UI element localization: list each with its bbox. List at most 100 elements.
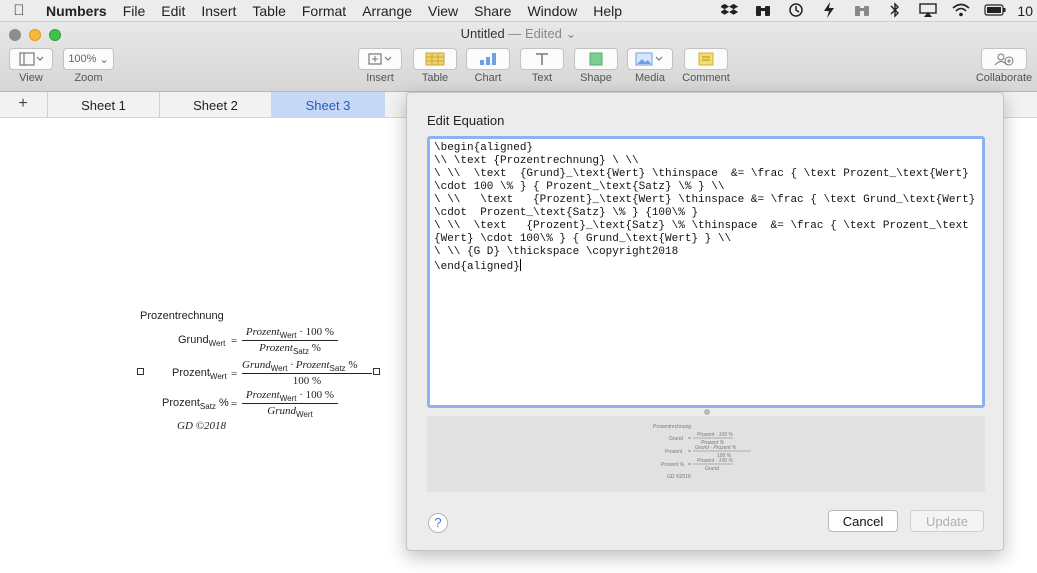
update-button[interactable]: Update: [910, 510, 984, 532]
svg-text:GD ©2018: GD ©2018: [667, 473, 691, 480]
tab-sheet-2[interactable]: Sheet 2: [159, 92, 271, 118]
lhs-sub: Wert: [209, 372, 227, 382]
resize-handle-right[interactable]: [373, 368, 380, 375]
collaborate-button[interactable]: [981, 48, 1027, 70]
lhs-text: Prozent: [172, 367, 210, 379]
equation-row-1-numerator: ProzentWert · 100 %: [242, 326, 338, 340]
svg-text:Prozentrechnung: Prozentrechnung: [653, 424, 691, 430]
comment-button[interactable]: [684, 48, 728, 70]
document-title[interactable]: Untitled — Edited ⌄: [0, 26, 1037, 42]
num-mid: · Prozent: [290, 359, 330, 371]
tab-sheet-3[interactable]: Sheet 3: [271, 92, 385, 118]
edit-equation-dialog: Edit Equation \begin{aligned} \\ \text {…: [406, 92, 1004, 551]
equation-row-2-denominator: 100 %: [292, 375, 322, 387]
menu-view[interactable]: View: [420, 3, 466, 19]
wifi-icon[interactable]: [951, 3, 971, 20]
view-button[interactable]: [9, 48, 53, 70]
equation-row-2-lhs: ProzentWert: [172, 367, 227, 381]
binoculars-icon[interactable]: [753, 3, 773, 20]
menu-insert[interactable]: Insert: [193, 3, 244, 19]
num-sub-b: Satz: [329, 364, 346, 374]
battery-icon[interactable]: [984, 3, 1006, 19]
bluetooth-icon[interactable]: [885, 1, 905, 21]
menu-window[interactable]: Window: [519, 3, 585, 19]
table-label: Table: [421, 72, 449, 84]
add-sheet-button[interactable]: +: [10, 95, 36, 113]
apple-menu-icon[interactable]: : [0, 2, 38, 19]
latex-editor[interactable]: \begin{aligned} \\ \text {Prozentrechnun…: [427, 136, 985, 408]
svg-text:Prozent · 100 %: Prozent · 100 %: [697, 458, 733, 464]
menu-format[interactable]: Format: [294, 3, 354, 19]
cancel-button[interactable]: Cancel: [828, 510, 898, 532]
menu-bar:  Numbers File Edit Insert Table Format …: [0, 0, 1037, 22]
resize-handle-left[interactable]: [137, 368, 144, 375]
den-tail: %: [311, 342, 321, 354]
tab-sheet-1[interactable]: Sheet 1: [47, 92, 159, 118]
equation-preview: Prozentrechnung Grund = Prozent · 100 % P…: [427, 416, 985, 492]
resize-divider-handle[interactable]: [704, 409, 710, 415]
shape-label: Shape: [580, 72, 612, 84]
table-icon: [425, 52, 445, 66]
menu-table[interactable]: Table: [244, 3, 293, 19]
chart-icon: [480, 53, 496, 65]
collaborate-label: Collaborate: [975, 72, 1033, 84]
chevron-down-icon: ⌄: [99, 53, 109, 66]
menu-arrange[interactable]: Arrange: [354, 3, 420, 19]
collaborate-icon: [994, 53, 1014, 66]
time-machine-icon[interactable]: [786, 2, 806, 21]
svg-text:=: =: [688, 462, 691, 468]
status-area: 10: [720, 0, 1037, 22]
menu-file[interactable]: File: [115, 3, 154, 19]
num-tail: %: [348, 359, 358, 371]
insert-button[interactable]: [358, 48, 402, 70]
help-button[interactable]: ?: [428, 513, 448, 533]
equals-sign: =: [231, 368, 238, 380]
document-name: Untitled: [460, 26, 505, 41]
equation-object[interactable]: Prozentrechnung GrundWert = ProzentWert …: [137, 308, 388, 438]
den-text: Prozent: [259, 342, 293, 354]
num-text: Prozent: [245, 389, 280, 401]
dialog-title: Edit Equation: [427, 113, 505, 128]
airplay-icon[interactable]: [918, 2, 938, 20]
shape-button[interactable]: [574, 48, 618, 70]
den-sub: Wert: [295, 410, 313, 420]
menu-share[interactable]: Share: [466, 3, 519, 19]
num-sub: Wert: [279, 394, 297, 404]
text-button[interactable]: [520, 48, 564, 70]
media-icon: [635, 52, 663, 66]
clock[interactable]: 10: [1017, 3, 1033, 19]
num-sub: Wert: [279, 331, 297, 341]
equals-sign: =: [231, 335, 238, 347]
svg-text:Grund: Grund: [705, 466, 719, 472]
svg-text:=: =: [688, 436, 691, 442]
zoom-label: Zoom: [74, 72, 103, 84]
insert-label: Insert: [366, 72, 394, 84]
svg-text:Grund · Prozent %: Grund · Prozent %: [695, 445, 737, 451]
equation-row-3-denominator: GrundWert: [242, 405, 338, 419]
sidebar-view-icon: [19, 52, 43, 66]
chart-button[interactable]: [466, 48, 510, 70]
menu-app-numbers[interactable]: Numbers: [38, 3, 115, 19]
window-toolbar: Untitled — Edited ⌄ View 100% ⌄ Zoom Ins…: [0, 22, 1037, 92]
latex-source: \begin{aligned} \\ \text {Prozentrechnun…: [434, 142, 976, 273]
bolt-icon[interactable]: [819, 1, 839, 21]
text-label: Text: [531, 72, 553, 84]
view-label: View: [19, 72, 43, 84]
svg-text:Grund: Grund: [669, 436, 683, 442]
lhs-text: Prozent: [162, 397, 200, 409]
equation-footer: GD ©2018: [177, 420, 226, 432]
insert-icon: [368, 53, 392, 65]
media-button[interactable]: [627, 48, 673, 70]
equals-sign: =: [231, 398, 238, 410]
fraction-bar: [242, 373, 372, 374]
binoculars2-icon[interactable]: [852, 3, 872, 20]
fraction-bar: [242, 403, 338, 404]
num-text: Prozent: [245, 326, 280, 338]
menu-help[interactable]: Help: [585, 3, 630, 19]
chevron-down-icon[interactable]: ⌄: [565, 26, 576, 41]
menu-edit[interactable]: Edit: [153, 3, 193, 19]
zoom-dropdown[interactable]: 100% ⌄: [63, 48, 114, 70]
table-button[interactable]: [413, 48, 457, 70]
dropbox-icon[interactable]: [720, 3, 740, 20]
num-sub-a: Wert: [270, 364, 288, 374]
